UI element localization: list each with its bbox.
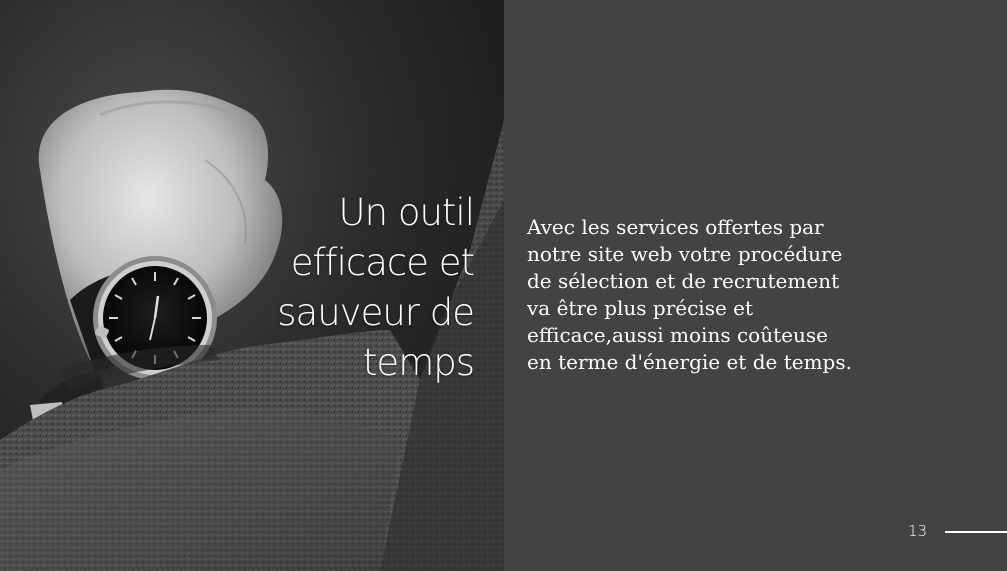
page-number-line: [945, 531, 1007, 533]
page-number: 13: [908, 522, 928, 540]
slide-title: Un outil efficace et sauveur de temps: [277, 191, 475, 384]
slide: Un outil efficace et sauveur de temps Av…: [0, 0, 1007, 571]
slide-body-text: Avec les services offertes par notre sit…: [527, 215, 852, 374]
